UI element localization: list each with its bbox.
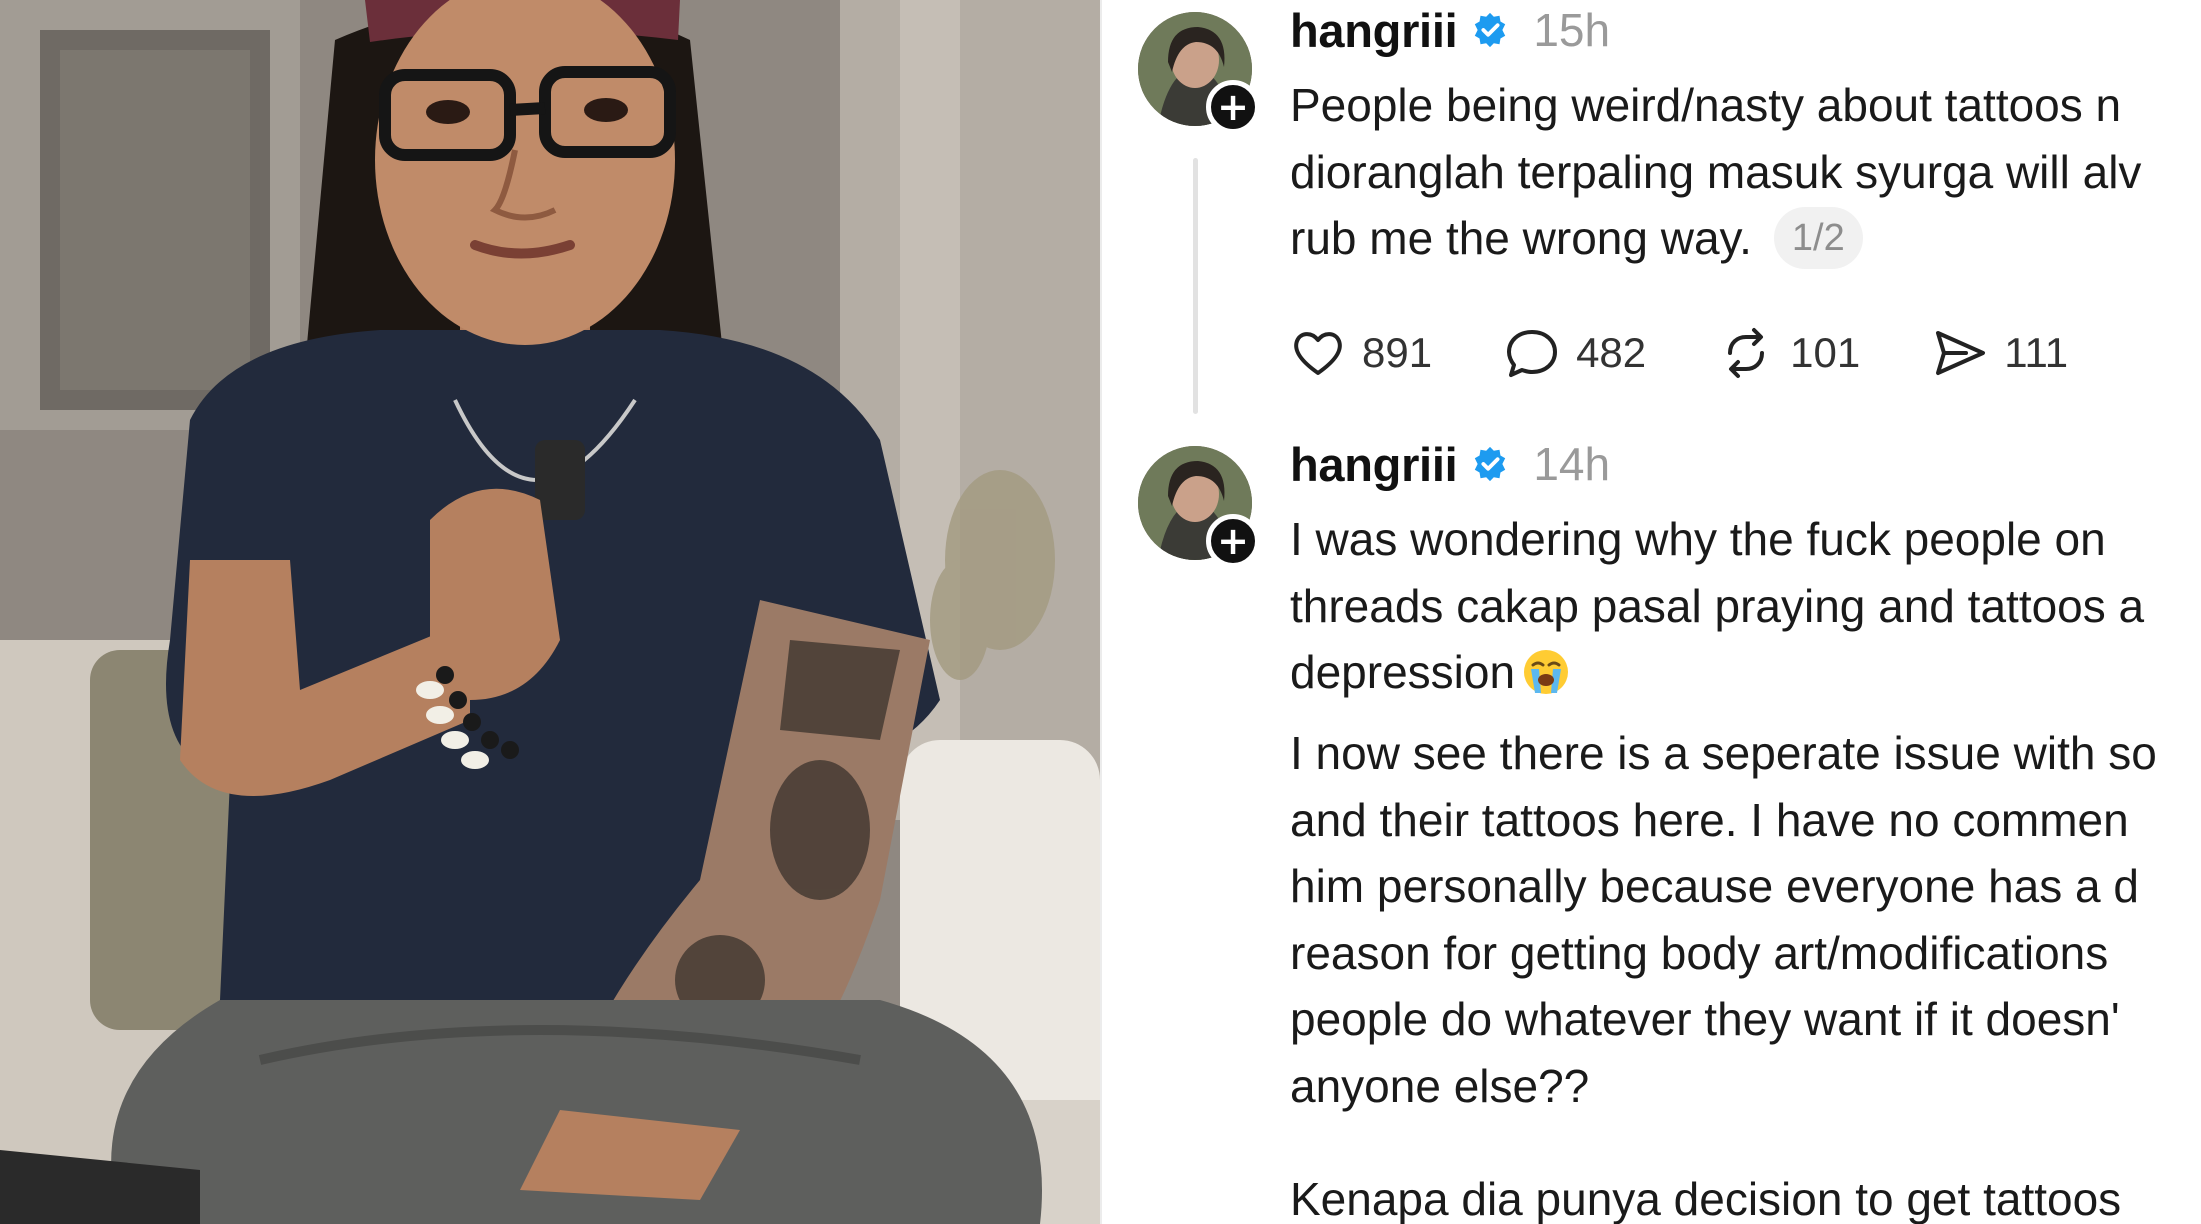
username[interactable]: hangriii: [1290, 437, 1458, 492]
threads-panel: + hangriii 15h People being weird/nasty …: [1102, 0, 2201, 1224]
verified-badge-icon: [1475, 446, 1506, 482]
person-photo: [0, 0, 1100, 1224]
repost-icon: [1728, 328, 1765, 378]
post-text: I now see there is a seperate issue with…: [1290, 720, 2201, 1119]
thread-connector-line: [1193, 158, 1198, 414]
post-text: Kenapa dia punya decision to get tattoos: [1290, 1166, 2201, 1224]
post-text-line: dioranglah terpaling masuk syurga will a…: [1290, 145, 2142, 198]
post-timestamp: 14h: [1533, 438, 1611, 490]
like-count: 891: [1362, 329, 1433, 376]
post-text-line: anyone else??: [1290, 1059, 1590, 1112]
post-actions: 891 482 101 111: [1288, 320, 2138, 386]
post-text-line: Kenapa dia punya decision to get tattoos: [1290, 1173, 2122, 1224]
post-text-line: depression: [1290, 639, 2201, 706]
page-indicator: 1/2: [1773, 206, 1863, 269]
post-header: hangriii 15h: [1290, 0, 1610, 60]
post-text-line: I was wondering why the fuck people on: [1290, 513, 2106, 565]
post-text-line: threads cakap pasal praying and tattoos …: [1290, 579, 2145, 632]
verified-badge-icon: [1475, 12, 1506, 48]
reply-count: 482: [1576, 329, 1647, 376]
avatar-container[interactable]: +: [1138, 446, 1260, 568]
repost-button[interactable]: 101: [1716, 323, 1860, 383]
heart-icon: [1294, 332, 1342, 375]
comment-bubble-icon: [1507, 330, 1558, 377]
send-icon: [1936, 331, 1986, 375]
share-button[interactable]: 111: [1930, 323, 2068, 383]
repost-count: 101: [1790, 329, 1861, 376]
post-text-line: and their tattoos here. I have no commen: [1290, 793, 2129, 846]
post-text: I was wondering why the fuck people on t…: [1290, 506, 2201, 706]
post-timestamp: 15h: [1533, 4, 1611, 56]
username[interactable]: hangriii: [1290, 3, 1458, 58]
plus-icon[interactable]: +: [1206, 514, 1260, 568]
plus-icon[interactable]: +: [1206, 80, 1260, 134]
post-text-line: People being weird/nasty about tattoos n: [1290, 79, 2122, 131]
post-text-line: people do whatever they want if it doesn…: [1290, 993, 2120, 1045]
video-frame: [0, 0, 1100, 1224]
post-text-line: rub me the wrong way. 1/2: [1290, 205, 2201, 273]
share-count: 111: [2004, 329, 2069, 376]
post-text: People being weird/nasty about tattoos n…: [1290, 72, 2201, 273]
reply-button[interactable]: 482: [1502, 323, 1646, 383]
avatar-container[interactable]: +: [1138, 12, 1260, 134]
post-text-fragment: depression: [1290, 646, 1516, 698]
post-text-line: reason for getting body art/modification…: [1290, 926, 2109, 979]
like-button[interactable]: 891: [1288, 323, 1432, 383]
loudly-crying-face-emoji: [1524, 649, 1569, 694]
post-text-fragment: rub me the wrong way.: [1290, 212, 1752, 264]
post-text-line: I now see there is a seperate issue with…: [1290, 727, 2157, 779]
post-header: hangriii 14h: [1290, 434, 1610, 494]
post-text-line: him personally because everyone has a d: [1290, 860, 2139, 912]
